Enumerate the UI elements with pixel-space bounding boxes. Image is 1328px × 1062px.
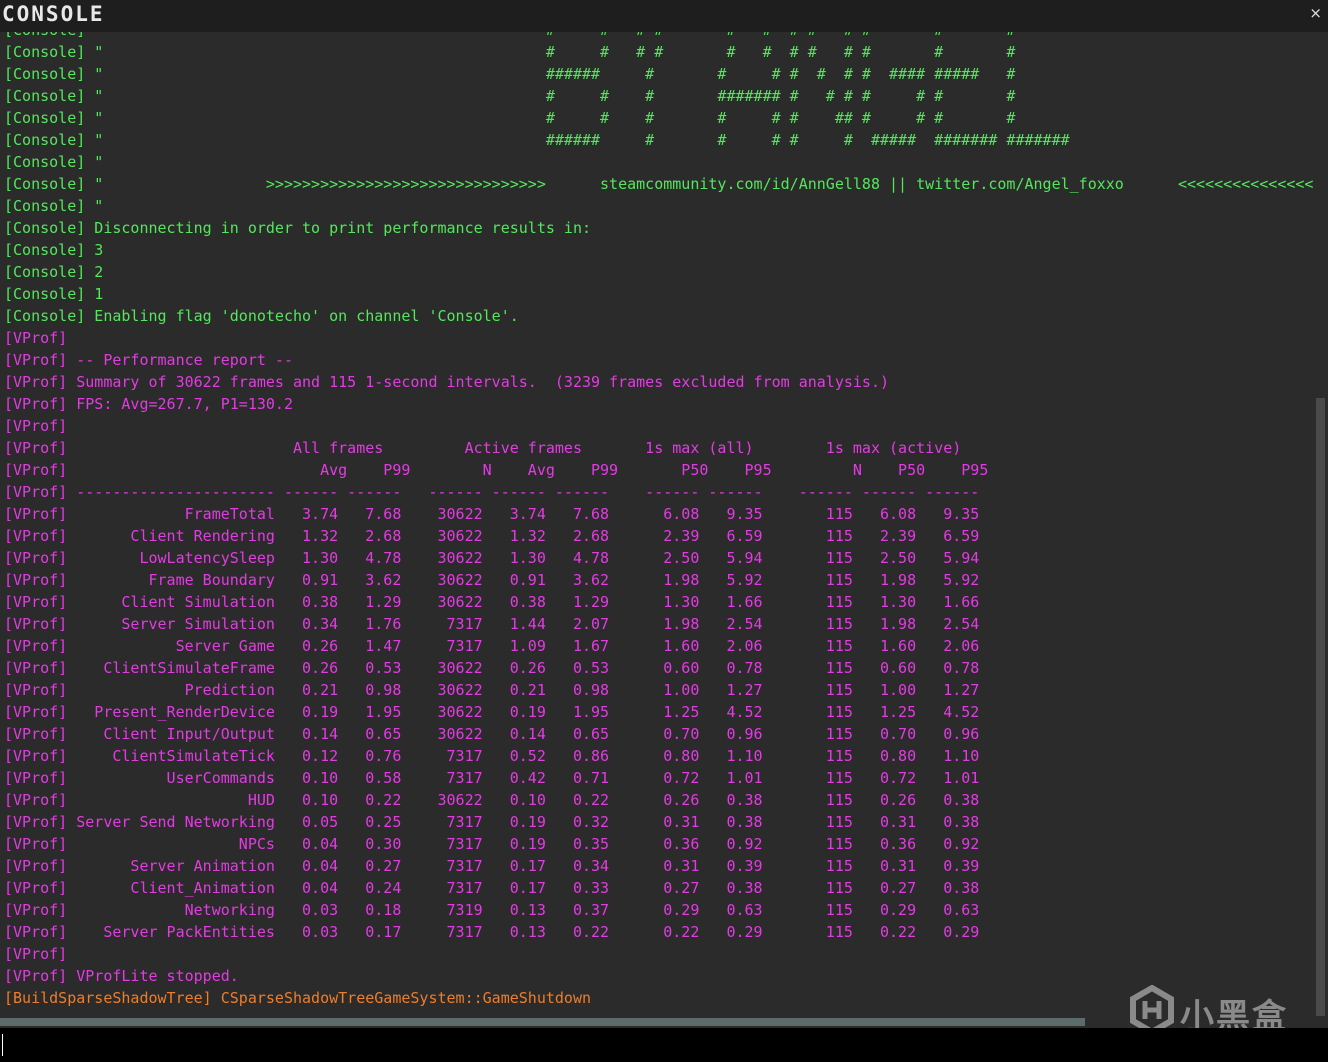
log-line: [Console] Enabling flag 'donotecho' on c…: [4, 307, 519, 325]
log-line: [VProf] Summary of 30622 frames and 115 …: [4, 373, 890, 391]
log-line: [VProf] Frame Boundary 0.91 3.62 30622 0…: [4, 571, 980, 589]
log-line: [Console] " # # # ####### # # # # # # #: [4, 87, 1016, 105]
log-line: [VProf] ---------------------- ------ --…: [4, 483, 980, 501]
log-line: [VProf] Client Rendering 1.32 2.68 30622…: [4, 527, 980, 545]
window-title: CONSOLE: [2, 2, 105, 26]
log-line: [Console] " # # # # # # # # # # # #: [4, 43, 1016, 61]
log-line: [Console] " >>>>>>>>>>>>>>>>>>>>>>>>>>>>…: [4, 175, 1314, 193]
log-line: [Console] " # # # # # # ## # # # #: [4, 109, 1016, 127]
log-line: [VProf] Prediction 0.21 0.98 30622 0.21 …: [4, 681, 980, 699]
console-output[interactable]: [Console] " # # # # # # # # # # # # [Cons…: [0, 32, 1314, 1016]
log-line: [VProf] Server Animation 0.04 0.27 7317 …: [4, 857, 980, 875]
log-line: [VProf] NPCs 0.04 0.30 7317 0.19 0.35 0.…: [4, 835, 980, 853]
log-line: [VProf] Client_Animation 0.04 0.24 7317 …: [4, 879, 980, 897]
log-line: [VProf] -- Performance report --: [4, 351, 293, 369]
log-line: [VProf] Server Send Networking 0.05 0.25…: [4, 813, 980, 831]
log-line: [VProf] UserCommands 0.10 0.58 7317 0.42…: [4, 769, 980, 787]
log-line: [VProf] Networking 0.03 0.18 7319 0.13 0…: [4, 901, 980, 919]
log-lines: [Console] " # # # # # # # # # # # # [Cons…: [4, 32, 1314, 1009]
log-line: [Console] " ###### # # # # # ##### #####…: [4, 131, 1070, 149]
log-line: [Console] " # # # # # # # # # # # #: [4, 32, 1314, 41]
title-bar: CONSOLE ×: [0, 0, 1328, 32]
console-window: CONSOLE × [Console] " # # # # # # # # # …: [0, 0, 1328, 1062]
log-line: [VProf] Client Simulation 0.38 1.29 3062…: [4, 593, 980, 611]
log-line: [VProf]: [4, 417, 68, 435]
log-line: [VProf] Present_RenderDevice 0.19 1.95 3…: [4, 703, 980, 721]
text-caret: [2, 1034, 3, 1056]
log-line: [VProf] ClientSimulateTick 0.12 0.76 731…: [4, 747, 980, 765]
log-line: [VProf] FPS: Avg=267.7, P1=130.2: [4, 395, 293, 413]
log-line: [VProf] ClientSimulateFrame 0.26 0.53 30…: [4, 659, 980, 677]
log-line: [VProf] All frames Active frames 1s max …: [4, 439, 962, 457]
log-line: [VProf]: [4, 945, 68, 963]
log-line: [Console] 3: [4, 241, 104, 259]
log-line: [VProf] Server Simulation 0.34 1.76 7317…: [4, 615, 980, 633]
log-line: [Console] ": [4, 153, 104, 171]
log-line: [VProf] Client Input/Output 0.14 0.65 30…: [4, 725, 980, 743]
log-line: [VProf] Server Game 0.26 1.47 7317 1.09 …: [4, 637, 980, 655]
log-line: [VProf] LowLatencySleep 1.30 4.78 30622 …: [4, 549, 980, 567]
close-button[interactable]: ×: [1309, 3, 1322, 23]
log-line: [Console] 1: [4, 285, 104, 303]
log-line: [VProf] VProfLite stopped.: [4, 967, 239, 985]
log-line: [Console] ": [4, 197, 104, 215]
log-line: [VProf] FrameTotal 3.74 7.68 30622 3.74 …: [4, 505, 980, 523]
log-line: [VProf]: [4, 329, 68, 347]
command-input[interactable]: [0, 1028, 1328, 1062]
log-line: [BuildSparseShadowTree] CSparseShadowTre…: [4, 989, 591, 1007]
horizontal-scrollbar-thumb[interactable]: [0, 1018, 1085, 1026]
log-line: [Console] 2: [4, 263, 104, 281]
log-line: [VProf] Avg P99 N Avg P99 P50 P95 N P50 …: [4, 461, 989, 479]
log-line: [VProf] Server PackEntities 0.03 0.17 73…: [4, 923, 980, 941]
vertical-scrollbar-thumb[interactable]: [1316, 398, 1325, 1016]
log-line: [VProf] HUD 0.10 0.22 30622 0.10 0.22 0.…: [4, 791, 980, 809]
log-line: [Console] " ###### # # # # # # # #### ##…: [4, 65, 1016, 83]
log-line: [Console] Disconnecting in order to prin…: [4, 219, 591, 237]
